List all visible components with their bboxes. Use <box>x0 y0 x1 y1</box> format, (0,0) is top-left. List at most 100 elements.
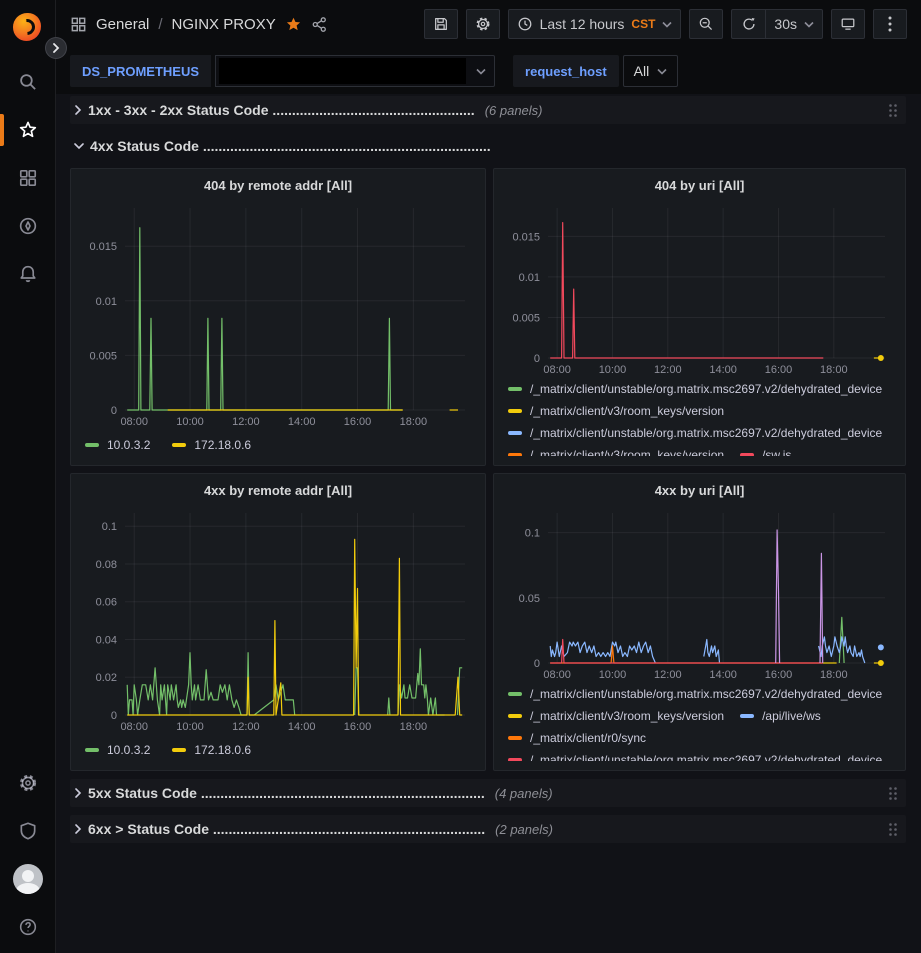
svg-text:0.1: 0.1 <box>525 528 540 540</box>
row-drag-handle-icon[interactable] <box>888 103 898 118</box>
legend-item[interactable]: /_matrix/client/unstable/org.matrix.msc2… <box>508 378 882 400</box>
legend-item[interactable]: /_matrix/client/unstable/org.matrix.msc2… <box>508 683 882 705</box>
star-icon <box>18 120 38 140</box>
refresh-interval-picker[interactable]: 30s <box>765 9 823 39</box>
legend-item[interactable]: /_matrix/client/v3/room_keys/version <box>508 705 724 727</box>
svg-text:16:00: 16:00 <box>765 669 793 681</box>
svg-text:12:00: 12:00 <box>654 669 682 681</box>
favorite-star-icon[interactable] <box>285 16 302 33</box>
legend-item[interactable]: /_matrix/client/v3/room_keys/version <box>508 444 724 456</box>
panel-404-by-uri: 404 by uri [All] 08:0010:0012:0014:0016:… <box>493 168 906 466</box>
svg-text:0.08: 0.08 <box>96 559 117 571</box>
svg-text:08:00: 08:00 <box>120 721 148 733</box>
svg-text:18:00: 18:00 <box>400 416 428 428</box>
chevron-right-icon <box>74 788 82 798</box>
sidebar-item-dashboards[interactable] <box>0 154 56 202</box>
sidebar-item-explore[interactable] <box>0 202 56 250</box>
cycle-view-mode-button[interactable] <box>831 9 865 39</box>
svg-text:0: 0 <box>111 405 117 417</box>
svg-text:0.015: 0.015 <box>89 241 117 253</box>
svg-text:08:00: 08:00 <box>543 669 571 681</box>
save-dashboard-button[interactable] <box>424 9 458 39</box>
svg-text:08:00: 08:00 <box>120 416 148 428</box>
legend-item[interactable]: /sw.js <box>740 444 791 456</box>
variable-datasource-value-redacted <box>219 58 466 84</box>
more-options-button[interactable] <box>873 9 907 39</box>
legend-swatch-icon <box>172 748 186 752</box>
explore-compass-icon <box>18 216 38 236</box>
apps-grid-icon <box>70 16 87 33</box>
legend-label: /api/live/ws <box>762 709 821 723</box>
legend-label: /_matrix/client/unstable/org.matrix.msc2… <box>530 382 882 396</box>
sidebar-item-profile[interactable] <box>0 855 56 903</box>
dashboard-canvas: 1xx - 3xx - 2xx Status Code ............… <box>56 94 921 953</box>
chart-canvas: 08:0010:0012:0014:0016:0018:0000.050.1 <box>502 505 897 683</box>
share-icon[interactable] <box>311 16 328 33</box>
shield-icon <box>18 821 38 841</box>
svg-text:0.01: 0.01 <box>96 296 117 308</box>
dashboard-variables-bar: DS_PROMETHEUS request_host All <box>56 48 921 94</box>
legend-item[interactable]: 172.18.0.6 <box>172 434 251 456</box>
svg-text:0: 0 <box>534 353 540 365</box>
row-6xx-status-code[interactable]: 6xx > Status Code ......................… <box>70 815 906 843</box>
row-drag-handle-icon[interactable] <box>888 822 898 837</box>
legend-item[interactable]: /api/live/ws <box>740 705 821 727</box>
sidebar-item-starred[interactable] <box>0 106 56 154</box>
chart-4xx-by-uri[interactable]: 08:0010:0012:0014:0016:0018:0000.050.1 <box>502 505 897 683</box>
row-title: 1xx - 3xx - 2xx Status Code ............… <box>88 102 475 118</box>
legend-item[interactable]: 10.0.3.2 <box>85 434 150 456</box>
row-title: 4xx Status Code ........................… <box>90 138 491 154</box>
save-icon <box>433 16 449 32</box>
panels-grid: 404 by remote addr [All] 08:0010:0012:00… <box>70 168 906 771</box>
panel-title[interactable]: 404 by remote addr [All] <box>79 174 477 200</box>
time-range-picker[interactable]: Last 12 hours CST <box>508 9 682 39</box>
search-icon <box>18 72 38 92</box>
sidebar-expand-button[interactable] <box>45 37 67 59</box>
breadcrumb-dashboard-title[interactable]: NGINX PROXY <box>172 16 276 33</box>
sidebar-item-search[interactable] <box>0 58 56 106</box>
row-5xx-status-code[interactable]: 5xx Status Code ........................… <box>70 779 906 807</box>
panel-title[interactable]: 4xx by remote addr [All] <box>79 479 477 505</box>
panel-title[interactable]: 4xx by uri [All] <box>502 479 897 505</box>
row-4xx-status-code[interactable]: 4xx Status Code ........................… <box>70 132 906 160</box>
sidebar-item-help[interactable] <box>0 903 56 951</box>
row-1xx-3xx-2xx-status-code[interactable]: 1xx - 3xx - 2xx Status Code ............… <box>70 96 906 124</box>
legend-item[interactable]: /_matrix/client/unstable/org.matrix.msc2… <box>508 422 882 444</box>
chart-404-by-uri[interactable]: 08:0010:0012:0014:0016:0018:0000.0050.01… <box>502 200 897 378</box>
dashboard-settings-button[interactable] <box>466 9 500 39</box>
svg-text:0.005: 0.005 <box>89 350 117 362</box>
legend-item[interactable]: 172.18.0.6 <box>172 739 251 761</box>
sidebar-item-server-admin[interactable] <box>0 807 56 855</box>
legend-item[interactable]: /_matrix/client/r0/sync <box>508 727 646 749</box>
svg-text:0.06: 0.06 <box>96 597 117 609</box>
zoom-out-time-button[interactable] <box>689 9 723 39</box>
svg-text:0: 0 <box>534 658 540 670</box>
variable-datasource-select[interactable] <box>215 55 495 87</box>
legend-item[interactable]: /_matrix/client/v3/room_keys/version <box>508 400 724 422</box>
variable-request-host-value: All <box>634 63 650 79</box>
chevron-right-icon <box>52 43 60 53</box>
variable-request-host-select[interactable]: All <box>623 55 679 87</box>
sidebar-item-alerting[interactable] <box>0 250 56 298</box>
svg-text:12:00: 12:00 <box>232 416 260 428</box>
refresh-button[interactable] <box>731 9 765 39</box>
chevron-down-icon <box>476 68 486 75</box>
row-title: 6xx > Status Code ......................… <box>88 821 485 837</box>
alerting-bell-icon <box>18 264 38 284</box>
legend-swatch-icon <box>508 736 522 740</box>
svg-text:14:00: 14:00 <box>288 721 316 733</box>
panel-title[interactable]: 404 by uri [All] <box>502 174 897 200</box>
svg-text:16:00: 16:00 <box>344 416 372 428</box>
chart-404-by-remote-addr[interactable]: 08:0010:0012:0014:0016:0018:0000.0050.01… <box>79 200 477 430</box>
legend-label: /_matrix/client/r0/sync <box>530 731 646 745</box>
breadcrumb-section[interactable]: General <box>96 16 149 33</box>
legend-item[interactable]: /_matrix/client/unstable/org.matrix.msc2… <box>508 749 882 761</box>
legend-item[interactable]: 10.0.3.2 <box>85 739 150 761</box>
svg-text:10:00: 10:00 <box>599 364 627 376</box>
dashboards-grid-icon <box>18 168 38 188</box>
row-drag-handle-icon[interactable] <box>888 786 898 801</box>
sidebar-item-configuration[interactable] <box>0 759 56 807</box>
chart-4xx-by-remote-addr[interactable]: 08:0010:0012:0014:0016:0018:0000.020.040… <box>79 505 477 735</box>
gear-icon <box>475 16 491 32</box>
grafana-logo-icon[interactable] <box>13 13 43 43</box>
